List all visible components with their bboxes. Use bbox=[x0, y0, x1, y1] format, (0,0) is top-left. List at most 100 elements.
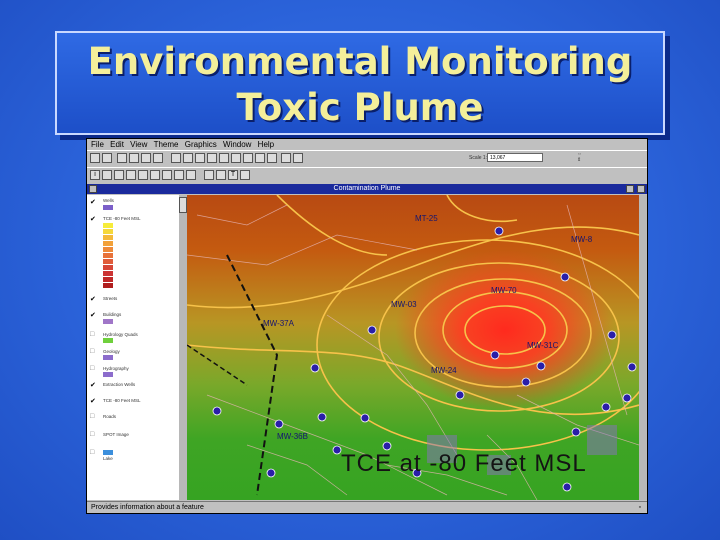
print-button[interactable] bbox=[102, 153, 112, 163]
select-by-theme-button[interactable] bbox=[231, 153, 241, 163]
identify-tool-icon[interactable]: i bbox=[90, 170, 100, 180]
theme-label-hydrography: Hydrography bbox=[103, 366, 129, 371]
map-view[interactable]: MT-25 MW-8 MW-70 MW-03 MW-37A MW-31C MW-… bbox=[187, 195, 639, 500]
pan-tool-icon[interactable] bbox=[162, 170, 172, 180]
theme-label-tce-secondary: TCE -80 Feet MSL bbox=[103, 398, 141, 403]
tce-class-swatch bbox=[103, 259, 113, 264]
menu-window[interactable]: Window bbox=[223, 139, 251, 150]
zoom-selected-button[interactable] bbox=[195, 153, 205, 163]
save-button[interactable] bbox=[90, 153, 100, 163]
zoom-active-button[interactable] bbox=[183, 153, 193, 163]
zoom-in-button[interactable] bbox=[207, 153, 217, 163]
zoom-out-button[interactable] bbox=[219, 153, 229, 163]
wells-symbol-swatch bbox=[103, 205, 113, 210]
tce-class-swatch bbox=[103, 265, 113, 270]
find-button[interactable] bbox=[293, 153, 303, 163]
theme-checkbox-tce-plume[interactable]: ✔ bbox=[90, 215, 96, 223]
theme-label-geology: Geology bbox=[103, 349, 120, 354]
well-label[interactable]: MW-36B bbox=[277, 432, 308, 441]
add-theme-button[interactable] bbox=[117, 153, 127, 163]
menu-bar: File Edit View Theme Graphics Window Hel… bbox=[87, 139, 647, 150]
measure-tool-icon[interactable] bbox=[174, 170, 184, 180]
view-window-title[interactable]: Contamination Plume bbox=[87, 184, 647, 194]
scale-label: Scale 1: bbox=[469, 155, 488, 161]
theme-checkbox-hydrology-quads[interactable]: □ bbox=[90, 331, 94, 338]
well-label[interactable]: MW-24 bbox=[431, 366, 457, 375]
tce-class-swatch bbox=[103, 247, 113, 252]
tce-class-swatch bbox=[103, 277, 113, 282]
slide-title-line-1: Environmental Monitoring bbox=[87, 40, 633, 83]
geology-swatch bbox=[103, 355, 113, 360]
area-of-interest-tool-icon[interactable] bbox=[204, 170, 214, 180]
text-tool-icon[interactable]: T bbox=[228, 170, 238, 180]
lake-swatch bbox=[103, 450, 113, 455]
vertex-edit-tool-icon[interactable] bbox=[114, 170, 124, 180]
menu-theme[interactable]: Theme bbox=[154, 139, 179, 150]
hotlink-tool-icon[interactable] bbox=[186, 170, 196, 180]
theme-checkbox-geology[interactable]: □ bbox=[90, 348, 94, 355]
tce-class-swatch bbox=[103, 253, 113, 258]
resize-grip-icon[interactable]: ▫ bbox=[639, 502, 641, 514]
theme-checkbox-hydrography[interactable]: □ bbox=[90, 365, 94, 372]
zoom-in-tool-icon[interactable] bbox=[138, 170, 148, 180]
zoom-out-tool-icon[interactable] bbox=[150, 170, 160, 180]
theme-label-wells: Wells bbox=[103, 198, 114, 203]
open-table-button[interactable] bbox=[153, 153, 163, 163]
toc-scroll-thumb[interactable] bbox=[179, 197, 187, 213]
menu-help[interactable]: Help bbox=[258, 139, 274, 150]
pointer-tool-icon[interactable] bbox=[102, 170, 112, 180]
select-feature-tool-icon[interactable] bbox=[126, 170, 136, 180]
status-bar: Provides information about a feature ▫ bbox=[87, 501, 647, 513]
hydrography-swatch bbox=[103, 372, 113, 377]
well-label[interactable]: MW-31C bbox=[527, 341, 558, 350]
well-label[interactable]: MW-37A bbox=[263, 319, 294, 328]
view-title-text: Contamination Plume bbox=[333, 185, 401, 192]
menu-view[interactable]: View bbox=[130, 139, 147, 150]
tce-class-swatch bbox=[103, 235, 113, 240]
locate-button[interactable] bbox=[267, 153, 277, 163]
well-label[interactable]: MT-25 bbox=[415, 214, 438, 223]
status-text: Provides information about a feature bbox=[91, 504, 204, 511]
coordinate-y-icon: ⇕ bbox=[577, 157, 582, 163]
theme-checkbox-wells[interactable]: ✔ bbox=[90, 198, 96, 206]
map-scrollbar[interactable] bbox=[639, 195, 647, 500]
theme-label-spot-image: SPOT Image bbox=[103, 432, 129, 437]
tce-class-swatch bbox=[103, 241, 113, 246]
theme-label-roads: Roads bbox=[103, 414, 117, 419]
view-control-menu-button[interactable] bbox=[89, 185, 97, 193]
help-button[interactable] bbox=[281, 153, 291, 163]
theme-checkbox-extraction-wells[interactable]: ✔ bbox=[90, 381, 96, 389]
tce-class-swatch bbox=[103, 223, 113, 228]
theme-checkbox-buildings[interactable]: ✔ bbox=[90, 311, 96, 319]
tce-class-swatch bbox=[103, 283, 113, 288]
gis-app-window: File Edit View Theme Graphics Window Hel… bbox=[86, 138, 648, 514]
map-caption: TCE at -80 Feet MSL bbox=[341, 450, 587, 477]
maximize-button[interactable] bbox=[637, 185, 645, 193]
coordinate-readout: ⇔ ⇕ bbox=[577, 151, 582, 163]
draw-tool-icon[interactable] bbox=[240, 170, 250, 180]
zoom-full-button[interactable] bbox=[171, 153, 181, 163]
clear-selection-button[interactable] bbox=[243, 153, 253, 163]
theme-checkbox-roads[interactable]: □ bbox=[90, 413, 94, 420]
scale-input[interactable]: 13,067 bbox=[487, 153, 543, 162]
minimize-button[interactable] bbox=[626, 185, 634, 193]
theme-checkbox-lake[interactable]: □ bbox=[90, 449, 94, 456]
well-label[interactable]: MW-70 bbox=[491, 286, 517, 295]
label-tool-icon[interactable] bbox=[216, 170, 226, 180]
hydrology-swatch bbox=[103, 338, 113, 343]
slide-title-line-2: Toxic Plume bbox=[236, 86, 484, 129]
edit-legend-button[interactable] bbox=[141, 153, 151, 163]
theme-label-extraction-wells: Extraction Wells bbox=[103, 382, 136, 387]
theme-properties-button[interactable] bbox=[129, 153, 139, 163]
theme-checkbox-spot-image[interactable]: □ bbox=[90, 431, 94, 438]
well-label[interactable]: MW-8 bbox=[571, 235, 592, 244]
table-of-contents[interactable]: ✔ Wells ✔ TCE -80 Feet MSL ✔ Streets ✔ B… bbox=[87, 195, 180, 500]
menu-edit[interactable]: Edit bbox=[110, 139, 124, 150]
well-label[interactable]: MW-03 bbox=[391, 300, 417, 309]
theme-checkbox-tce-secondary[interactable]: ✔ bbox=[90, 397, 96, 405]
menu-file[interactable]: File bbox=[91, 139, 104, 150]
button-bar: Scale 1: 13,067 ⇔ ⇕ bbox=[87, 150, 647, 166]
menu-graphics[interactable]: Graphics bbox=[185, 139, 217, 150]
query-builder-button[interactable] bbox=[255, 153, 265, 163]
theme-checkbox-streets[interactable]: ✔ bbox=[90, 295, 96, 303]
